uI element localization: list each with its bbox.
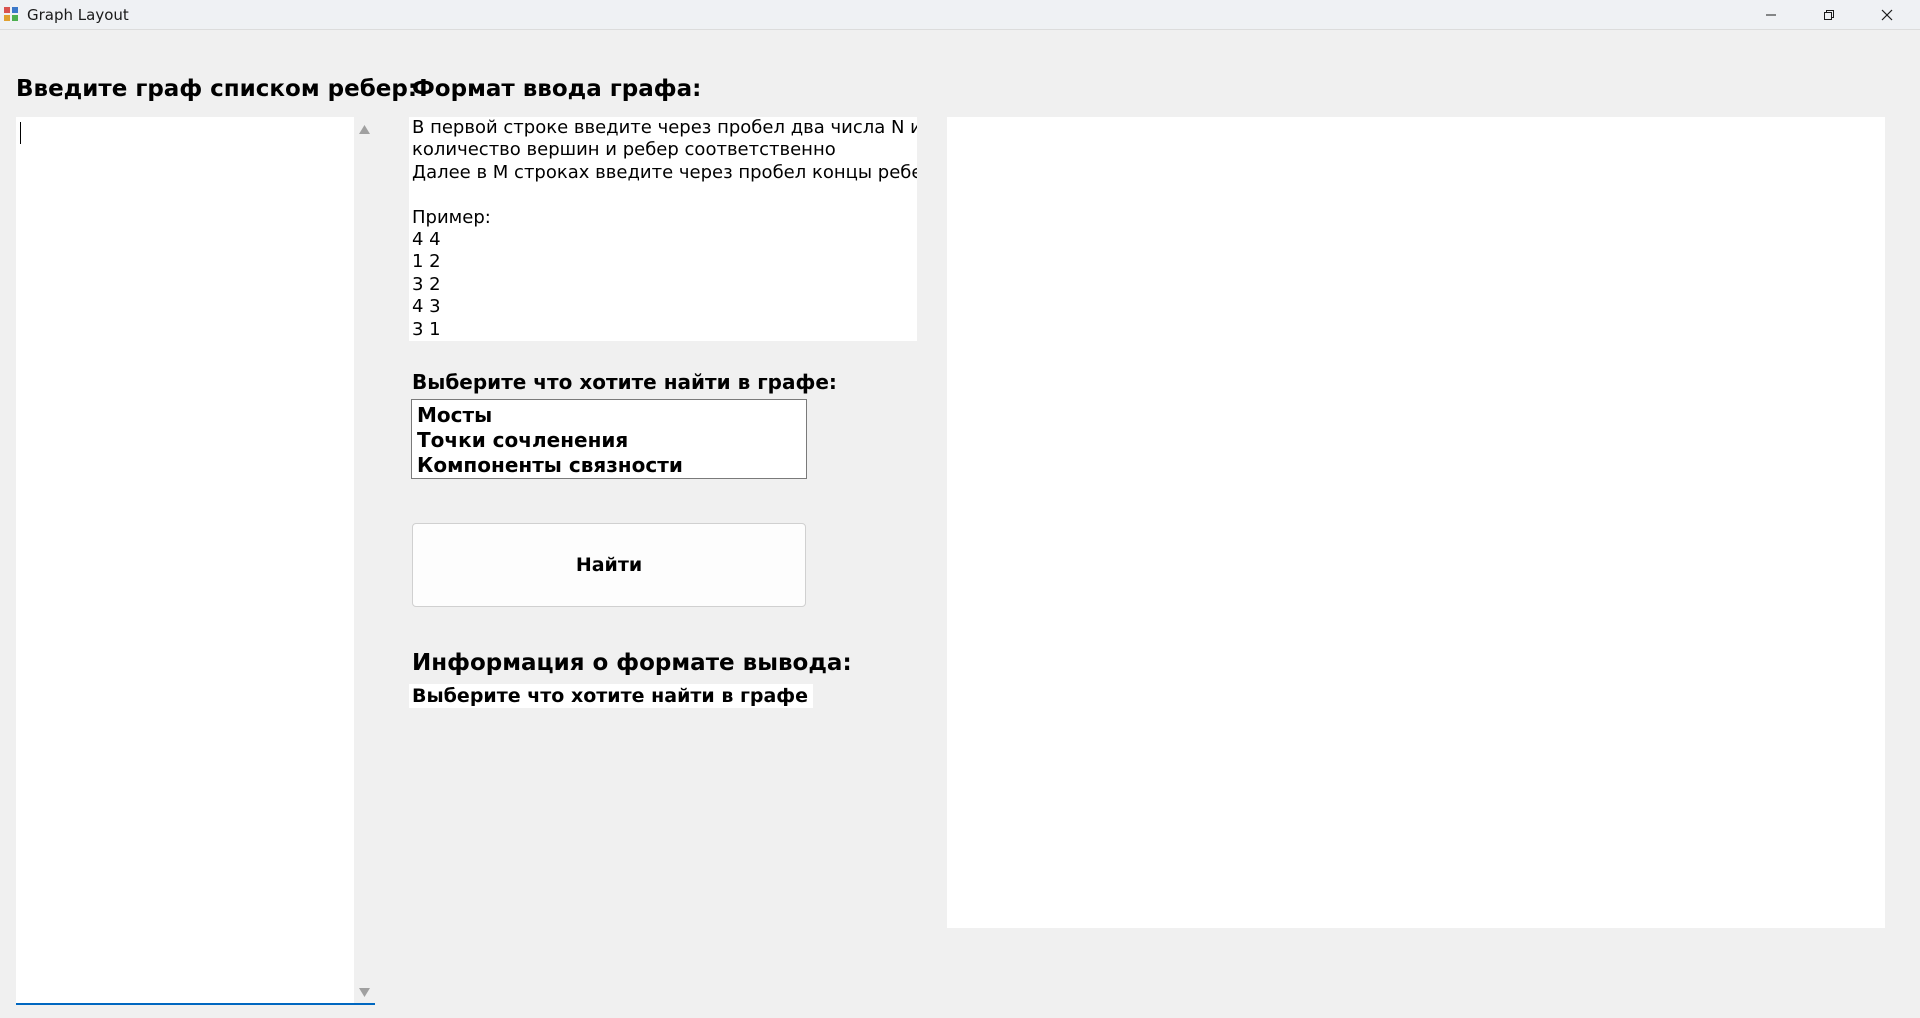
- minimize-icon: [1766, 14, 1776, 15]
- search-type-listbox[interactable]: Мосты Точки сочленения Компоненты связно…: [411, 399, 807, 479]
- format-heading: Формат ввода графа:: [412, 76, 702, 102]
- search-heading: Выберите что хотите найти в графе:: [412, 370, 837, 394]
- window-title: Graph Layout: [27, 6, 129, 24]
- format-line: 3 1: [412, 318, 441, 340]
- format-line: Пример:: [412, 206, 491, 228]
- format-line: 1 2: [412, 251, 441, 273]
- list-item-bridges[interactable]: Мосты: [412, 403, 806, 428]
- format-line: 4 3: [412, 296, 441, 318]
- format-info-text: В первой строке введите через пробел два…: [409, 117, 917, 341]
- graph-canvas[interactable]: [947, 117, 1885, 928]
- maximize-button[interactable]: [1800, 0, 1858, 29]
- format-line: 3 2: [412, 273, 441, 295]
- output-info-text: Выберите что хотите найти в графе: [409, 684, 814, 708]
- format-line: количество вершин и ребер соответственно: [412, 139, 836, 161]
- format-line: 4 4: [412, 228, 441, 250]
- edges-heading: Введите граф списком ребер:: [16, 76, 418, 102]
- format-line: Далее в M строках введите через пробел к…: [412, 161, 917, 183]
- main-window: Graph Layout Введите граф списком ребер:: [0, 0, 1920, 1018]
- title-bar[interactable]: Graph Layout: [0, 0, 1920, 30]
- output-heading: Информация о формате вывода:: [412, 650, 852, 676]
- format-line: В первой строке введите через пробел два…: [412, 117, 917, 138]
- scroll-down-icon[interactable]: [359, 988, 370, 997]
- edges-scrollbar[interactable]: [354, 117, 375, 1003]
- restore-icon: [1824, 9, 1834, 20]
- close-icon: [1881, 9, 1893, 20]
- format-line: [409, 184, 917, 206]
- list-item-components[interactable]: Компоненты связности: [412, 453, 806, 478]
- close-button[interactable]: [1858, 0, 1916, 29]
- text-caret: [20, 122, 21, 144]
- list-item-articulation-points[interactable]: Точки сочленения: [412, 428, 806, 453]
- scroll-up-icon[interactable]: [359, 125, 370, 134]
- edges-input[interactable]: [16, 117, 375, 1005]
- minimize-button[interactable]: [1742, 0, 1800, 29]
- app-icon: [4, 7, 18, 21]
- find-button[interactable]: Найти: [412, 523, 806, 607]
